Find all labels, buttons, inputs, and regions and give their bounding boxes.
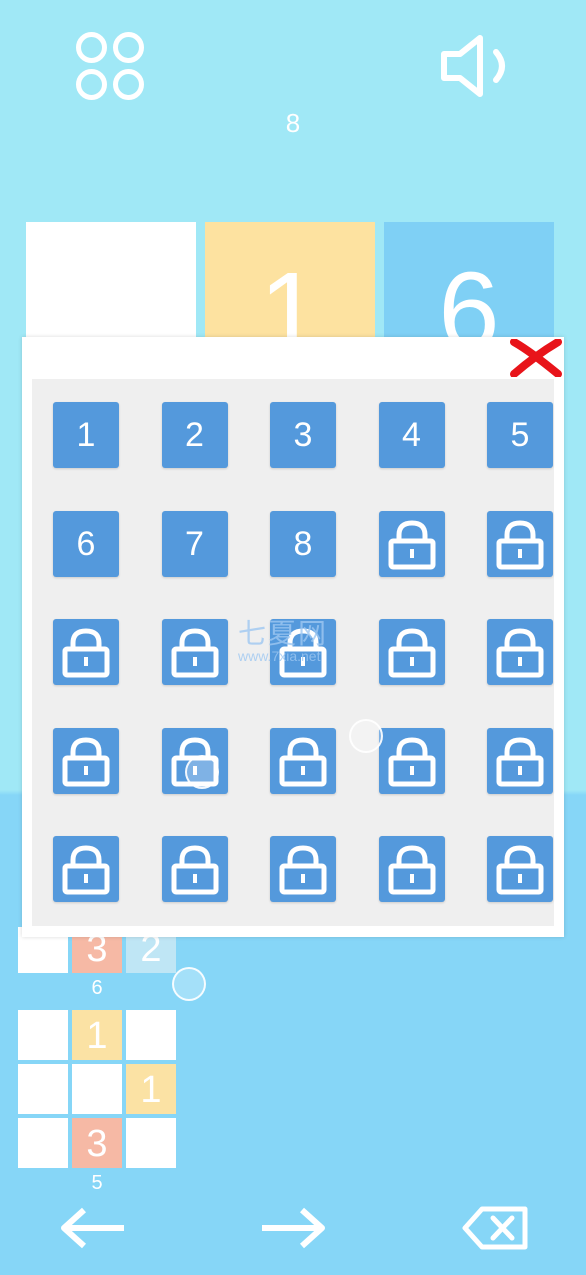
lock-icon[interactable]	[53, 836, 119, 902]
grid-cell	[126, 1010, 176, 1060]
grid-cell	[126, 1118, 176, 1168]
backspace-icon[interactable]	[462, 1204, 530, 1252]
lock-icon[interactable]	[161, 619, 228, 685]
watermark: 七夏网 www.7xia.net	[238, 612, 328, 664]
touch-indicator	[172, 967, 206, 1001]
touch-indicator	[349, 719, 383, 753]
lock-icon[interactable]	[270, 727, 336, 794]
lock-icon[interactable]	[378, 836, 445, 902]
lock-icon[interactable]	[487, 727, 553, 794]
lock-icon[interactable]	[378, 510, 445, 577]
level-button-6[interactable]: 6	[53, 510, 119, 577]
level-button-5[interactable]: 5	[487, 402, 553, 468]
level-button-1[interactable]: 1	[53, 402, 119, 468]
level-menu-icon[interactable]	[76, 32, 148, 104]
menu-circle	[113, 69, 144, 100]
lock-icon[interactable]	[378, 619, 445, 685]
watermark-url: www.7xia.net	[238, 648, 321, 664]
level-button-7[interactable]: 7	[161, 510, 228, 577]
grid-label: 5	[91, 1172, 103, 1194]
arrow-left-icon[interactable]	[56, 1204, 128, 1252]
menu-circle	[113, 32, 144, 63]
mini-grid-a: 3 2 6	[18, 927, 178, 1007]
menu-circle	[76, 32, 107, 63]
level-button-2[interactable]: 2	[161, 402, 228, 468]
level-button-3[interactable]: 3	[270, 402, 336, 468]
puzzle-tile[interactable]: 6	[384, 222, 554, 352]
grid-cell	[18, 1010, 68, 1060]
grid-cell: 1	[72, 1010, 122, 1060]
arrow-right-icon[interactable]	[258, 1204, 330, 1252]
grid-cell	[18, 1064, 68, 1114]
lock-icon[interactable]	[53, 727, 119, 794]
mini-grid-b[interactable]: 1 1 3 5	[18, 1010, 180, 1210]
touch-indicator	[185, 755, 219, 789]
watermark-text: 七夏网	[238, 618, 329, 649]
grid-cell: 1	[126, 1064, 176, 1114]
grid-cell	[18, 1118, 68, 1168]
lock-icon[interactable]	[53, 619, 119, 685]
puzzle-tile[interactable]	[26, 222, 196, 352]
grid-label: 6	[91, 977, 103, 999]
level-button-4[interactable]: 4	[378, 402, 445, 468]
lock-icon[interactable]	[487, 619, 553, 685]
level-number: 8	[285, 108, 301, 138]
lock-icon[interactable]	[270, 836, 336, 902]
level-button-8[interactable]: 8	[270, 510, 336, 577]
sound-icon[interactable]	[438, 30, 518, 102]
lock-icon[interactable]	[487, 510, 553, 577]
lock-icon[interactable]	[378, 727, 445, 794]
lock-icon[interactable]	[161, 836, 228, 902]
grid-cell	[72, 1064, 122, 1114]
menu-circle	[76, 69, 107, 100]
close-icon[interactable]	[510, 338, 562, 378]
puzzle-tile[interactable]: 1	[205, 222, 375, 352]
grid-cell: 3	[72, 1118, 122, 1168]
lock-icon[interactable]	[487, 836, 553, 902]
